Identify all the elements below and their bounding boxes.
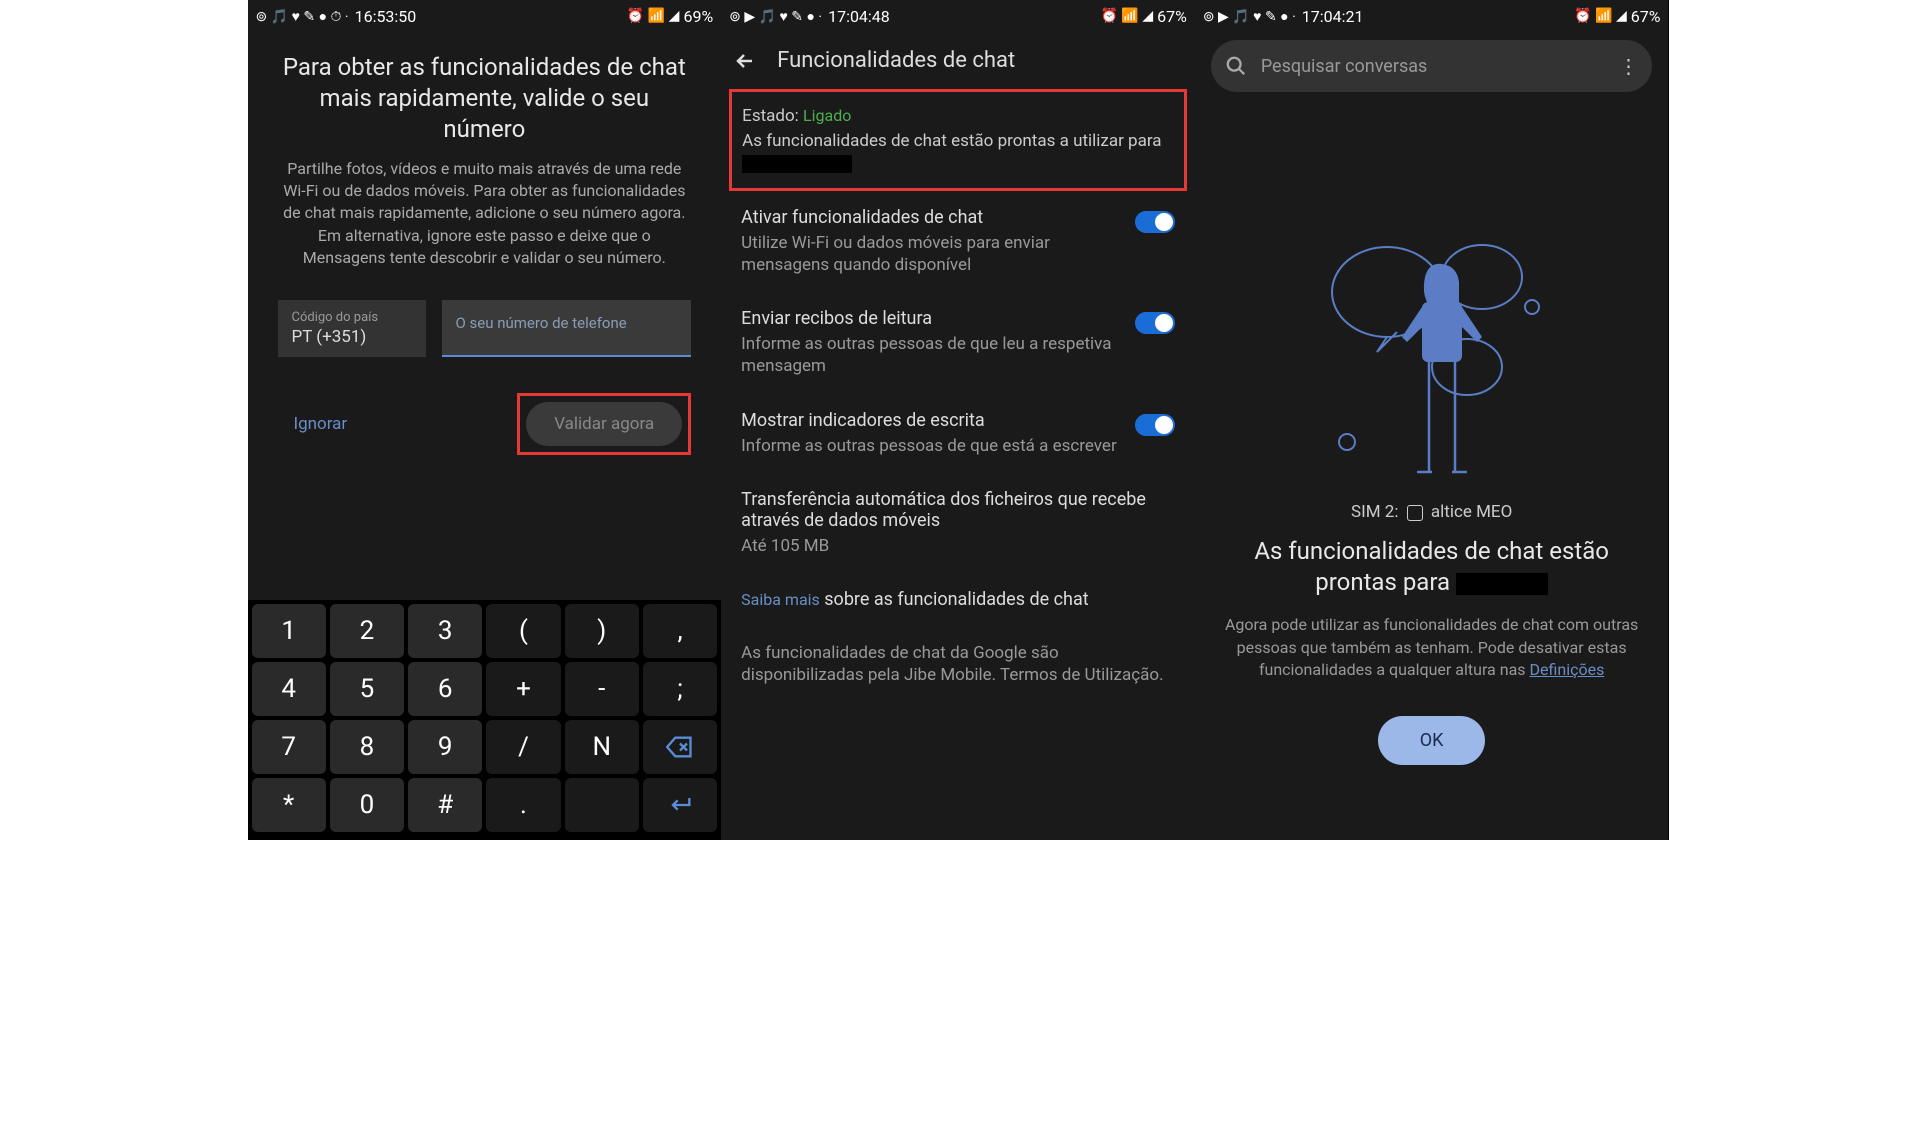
status-desc-text: As funcionalidades de chat estão prontas…: [742, 131, 1161, 151]
page-description: Partilhe fotos, vídeos e muito mais atra…: [278, 158, 692, 270]
highlight-box: Validar agora: [517, 393, 691, 455]
setting-auto-download[interactable]: Transferência automática dos ficheiros q…: [721, 473, 1195, 573]
search-bar[interactable]: Pesquisar conversas ⋮: [1211, 40, 1653, 92]
ok-button[interactable]: OK: [1378, 716, 1486, 765]
phone-placeholder: O seu número de telefone: [456, 314, 678, 332]
status-time: 16:53:50: [355, 7, 417, 26]
heading-prefix: As funcionalidades de chat estão prontas…: [1254, 537, 1609, 596]
status-icons-left: ⊚ ▶ 🎵 ♥ ✎ ● ·: [729, 8, 822, 25]
key-n[interactable]: N: [565, 720, 639, 774]
key-paren-open[interactable]: (: [486, 604, 560, 658]
setting-title: Enviar recibos de leitura: [741, 308, 1175, 329]
status-battery: 67%: [1157, 7, 1187, 26]
key-5[interactable]: 5: [330, 662, 404, 716]
status-label: Estado:: [742, 106, 803, 126]
key-7[interactable]: 7: [252, 720, 326, 774]
screen-messages-home: ⊚ ▶ 🎵 ♥ ✎ ● · 17:04:21 ⏰ 📶 ◢ 67% Pesquis…: [1195, 0, 1669, 840]
page-title: Funcionalidades de chat: [777, 48, 1015, 73]
numeric-keypad: 1 2 3 ( ) , 4 5 6 + - ; 7 8 9 / N * 0: [248, 600, 722, 840]
sim-carrier: altice MEO: [1431, 502, 1512, 522]
key-slash[interactable]: /: [486, 720, 560, 774]
key-blank[interactable]: [565, 778, 639, 832]
status-value: Ligado: [803, 106, 851, 125]
redacted-number: [1456, 573, 1548, 595]
status-description: As funcionalidades de chat estão prontas…: [742, 130, 1174, 174]
toggle-switch[interactable]: [1135, 211, 1175, 233]
country-code-field[interactable]: Código do país PT (+351): [278, 300, 426, 357]
learn-more-link[interactable]: Saiba mais: [741, 590, 820, 609]
key-6[interactable]: 6: [408, 662, 482, 716]
status-battery: 69%: [683, 7, 713, 26]
learn-more-rest: sobre as funcionalidades de chat: [820, 589, 1089, 610]
setting-title: Transferência automática dos ficheiros q…: [741, 489, 1175, 531]
toggle-switch[interactable]: [1135, 414, 1175, 436]
key-3[interactable]: 3: [408, 604, 482, 658]
key-1[interactable]: 1: [252, 604, 326, 658]
country-code-label: Código do país: [292, 310, 412, 325]
page-title: Para obter as funcionalidades de chat ma…: [278, 52, 692, 146]
screen-validate-number: ⊚ 🎵 ♥ ✎ ● ⏱ · 16:53:50 ⏰ 📶 ◢ 69% Para ob…: [248, 0, 722, 840]
key-semicolon[interactable]: ;: [643, 662, 717, 716]
setting-desc: Utilize Wi-Fi ou dados móveis para envia…: [741, 232, 1175, 276]
status-bar: ⊚ ▶ 🎵 ♥ ✎ ● · 17:04:21 ⏰ 📶 ◢ 67%: [1195, 0, 1669, 32]
key-star[interactable]: *: [252, 778, 326, 832]
ready-body: Agora pode utilizar as funcionalidades d…: [1195, 614, 1669, 681]
country-code-value: PT (+351): [292, 327, 412, 347]
setting-title: Ativar funcionalidades de chat: [741, 207, 1175, 228]
status-icons-left: ⊚ 🎵 ♥ ✎ ● ⏱ ·: [256, 8, 349, 25]
status-battery: 67%: [1631, 7, 1661, 26]
setting-desc: Até 105 MB: [741, 535, 1175, 557]
back-arrow-icon[interactable]: [733, 49, 757, 73]
status-time: 17:04:48: [828, 7, 890, 26]
setting-read-receipts[interactable]: Enviar recibos de leitura Informe as out…: [721, 292, 1195, 393]
setting-typing-indicators[interactable]: Mostrar indicadores de escrita Informe a…: [721, 394, 1195, 473]
key-dot[interactable]: .: [486, 778, 560, 832]
search-placeholder: Pesquisar conversas: [1261, 56, 1605, 77]
enter-icon[interactable]: [643, 778, 717, 832]
sim-label: SIM 2: altice MEO: [1195, 502, 1669, 522]
key-0[interactable]: 0: [330, 778, 404, 832]
key-plus[interactable]: +: [486, 662, 560, 716]
key-8[interactable]: 8: [330, 720, 404, 774]
sim-prefix: SIM 2:: [1351, 502, 1398, 522]
settings-link[interactable]: Definições: [1530, 660, 1605, 679]
sim-icon: [1407, 505, 1423, 521]
key-comma[interactable]: ,: [643, 604, 717, 658]
status-bar: ⊚ ▶ 🎵 ♥ ✎ ● · 17:04:48 ⏰ 📶 ◢ 67%: [721, 0, 1195, 32]
key-paren-close[interactable]: ): [565, 604, 639, 658]
setting-enable-chat[interactable]: Ativar funcionalidades de chat Utilize W…: [721, 191, 1195, 292]
status-icons-left: ⊚ ▶ 🎵 ♥ ✎ ● ·: [1203, 8, 1296, 25]
status-icons-right: ⏰ 📶 ◢: [627, 8, 680, 24]
setting-desc: Informe as outras pessoas de que está a …: [741, 435, 1175, 457]
status-time: 17:04:21: [1302, 7, 1364, 26]
status-bar: ⊚ 🎵 ♥ ✎ ● ⏱ · 16:53:50 ⏰ 📶 ◢ 69%: [248, 0, 722, 32]
toggle-switch[interactable]: [1135, 312, 1175, 334]
status-icons-right: ⏰ 📶 ◢: [1101, 8, 1154, 24]
menu-icon[interactable]: ⋮: [1618, 54, 1638, 78]
key-2[interactable]: 2: [330, 604, 404, 658]
illustration: [1195, 192, 1669, 482]
validate-button[interactable]: Validar agora: [526, 402, 682, 446]
key-minus[interactable]: -: [565, 662, 639, 716]
setting-title: Mostrar indicadores de escrita: [741, 410, 1175, 431]
key-hash[interactable]: #: [408, 778, 482, 832]
key-4[interactable]: 4: [252, 662, 326, 716]
highlight-box: Estado: Ligado As funcionalidades de cha…: [729, 89, 1187, 191]
search-icon: [1225, 55, 1247, 77]
key-9[interactable]: 9: [408, 720, 482, 774]
phone-number-field[interactable]: O seu número de telefone: [442, 300, 692, 357]
status-icons-right: ⏰ 📶 ◢: [1574, 8, 1627, 24]
setting-desc: Informe as outras pessoas de que leu a r…: [741, 333, 1175, 377]
ready-heading: As funcionalidades de chat estão prontas…: [1195, 536, 1669, 598]
learn-more-row[interactable]: Saiba mais sobre as funcionalidades de c…: [721, 573, 1195, 626]
redacted-number: [742, 155, 852, 173]
ignore-button[interactable]: Ignorar: [278, 404, 364, 444]
screen-chat-features: ⊚ ▶ 🎵 ♥ ✎ ● · 17:04:48 ⏰ 📶 ◢ 67% Funcion…: [721, 0, 1195, 840]
footer-text: As funcionalidades de chat da Google são…: [721, 626, 1195, 702]
backspace-icon[interactable]: [643, 720, 717, 774]
